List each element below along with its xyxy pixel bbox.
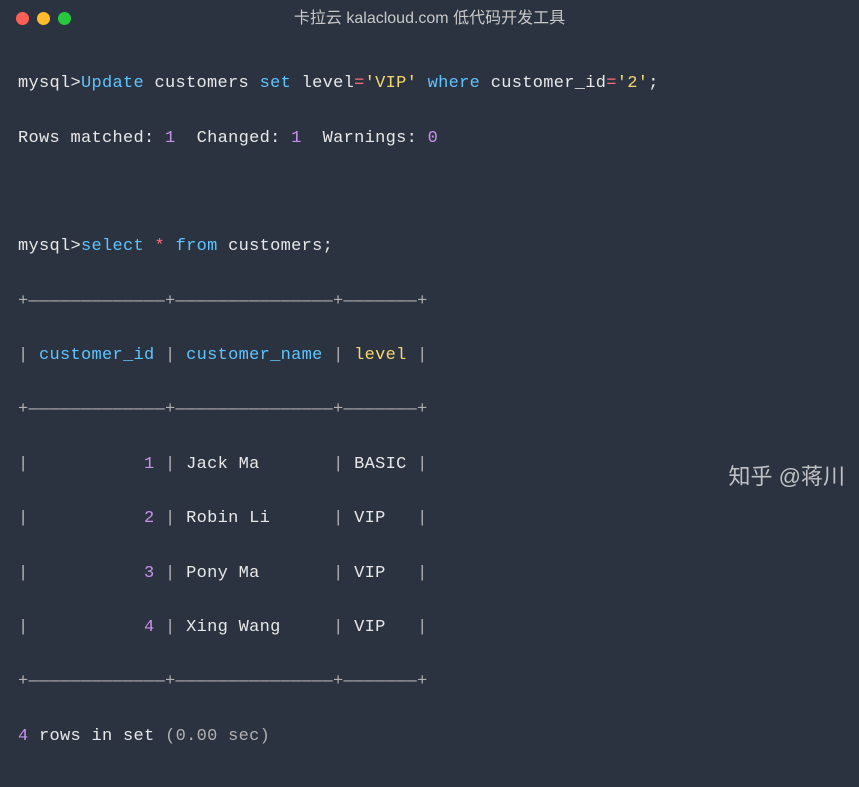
- col-level: level: [302, 74, 355, 93]
- traffic-lights: [16, 12, 71, 25]
- kw-from: from: [176, 237, 218, 256]
- cell-name: Jack Ma: [186, 455, 260, 474]
- table-row: | 2 | Robin Li | VIP |: [18, 505, 841, 532]
- mysql-prompt-2: mysql>: [18, 237, 81, 256]
- semicolon-2: ;: [323, 237, 334, 256]
- table-header-row: | customer_id | customer_name | level |: [18, 342, 841, 369]
- rows-in-set-label: rows in set: [39, 727, 155, 746]
- close-icon[interactable]: [16, 12, 29, 25]
- table-border-bottom: +—————————————+———————————————+———————+: [18, 668, 841, 695]
- cell-level: VIP: [354, 564, 386, 583]
- cell-level: VIP: [354, 509, 386, 528]
- watermark: 知乎 @蒋川: [729, 459, 845, 494]
- val-2: '2': [617, 74, 649, 93]
- table-border-top: +—————————————+———————————————+———————+: [18, 288, 841, 315]
- kw-where: where: [428, 74, 481, 93]
- rows-matched-label: Rows matched:: [18, 129, 155, 148]
- col-customer-id: customer_id: [491, 74, 607, 93]
- cell-name: Pony Ma: [186, 564, 260, 583]
- row-count: 4: [18, 727, 29, 746]
- cell-id: 2: [144, 509, 155, 528]
- warnings-val: 0: [428, 129, 439, 148]
- col-header-level: level: [354, 346, 407, 365]
- table-border-mid: +—————————————+———————————————+———————+: [18, 396, 841, 423]
- table-name: customers: [155, 74, 250, 93]
- val-vip: 'VIP': [365, 74, 418, 93]
- star: *: [155, 237, 166, 256]
- table-row: | 3 | Pony Ma | VIP |: [18, 560, 841, 587]
- mysql-prompt: mysql>: [18, 74, 81, 93]
- sql-update-line: mysql>Update customers set level='VIP' w…: [18, 70, 841, 97]
- maximize-icon[interactable]: [58, 12, 71, 25]
- kw-update: Update: [81, 74, 144, 93]
- result-status-line: Rows matched: 1 Changed: 1 Warnings: 0: [18, 125, 841, 152]
- result-footer: 4 rows in set (0.00 sec): [18, 723, 841, 750]
- table-row: | 1 | Jack Ma | BASIC |: [18, 451, 841, 478]
- cell-id: 4: [144, 618, 155, 637]
- semicolon: ;: [648, 74, 659, 93]
- changed-val: 1: [291, 129, 302, 148]
- minimize-icon[interactable]: [37, 12, 50, 25]
- eq-sign-2: =: [606, 74, 617, 93]
- kw-set: set: [260, 74, 292, 93]
- kw-select: select: [81, 237, 144, 256]
- query-time: (0.00 sec): [165, 727, 270, 746]
- cell-name: Robin Li: [186, 509, 270, 528]
- window-title: 卡拉云 kalacloud.com 低代码开发工具: [294, 6, 565, 32]
- cell-id: 1: [144, 455, 155, 474]
- rows-matched-val: 1: [165, 129, 176, 148]
- cell-level: BASIC: [354, 455, 407, 474]
- sql-select-line: mysql>select * from customers;: [18, 233, 841, 260]
- terminal-output: mysql>Update customers set level='VIP' w…: [0, 33, 859, 787]
- cell-name: Xing Wang: [186, 618, 281, 637]
- col-header-name: customer_name: [186, 346, 323, 365]
- cell-level: VIP: [354, 618, 386, 637]
- table-row: | 4 | Xing Wang | VIP |: [18, 614, 841, 641]
- cell-id: 3: [144, 564, 155, 583]
- col-header-id: customer_id: [39, 346, 155, 365]
- table-name-2: customers: [228, 237, 323, 256]
- eq-sign: =: [354, 74, 365, 93]
- changed-label: Changed:: [197, 129, 281, 148]
- window-titlebar: 卡拉云 kalacloud.com 低代码开发工具: [0, 0, 859, 33]
- warnings-label: Warnings:: [323, 129, 418, 148]
- blank-line: [18, 179, 841, 206]
